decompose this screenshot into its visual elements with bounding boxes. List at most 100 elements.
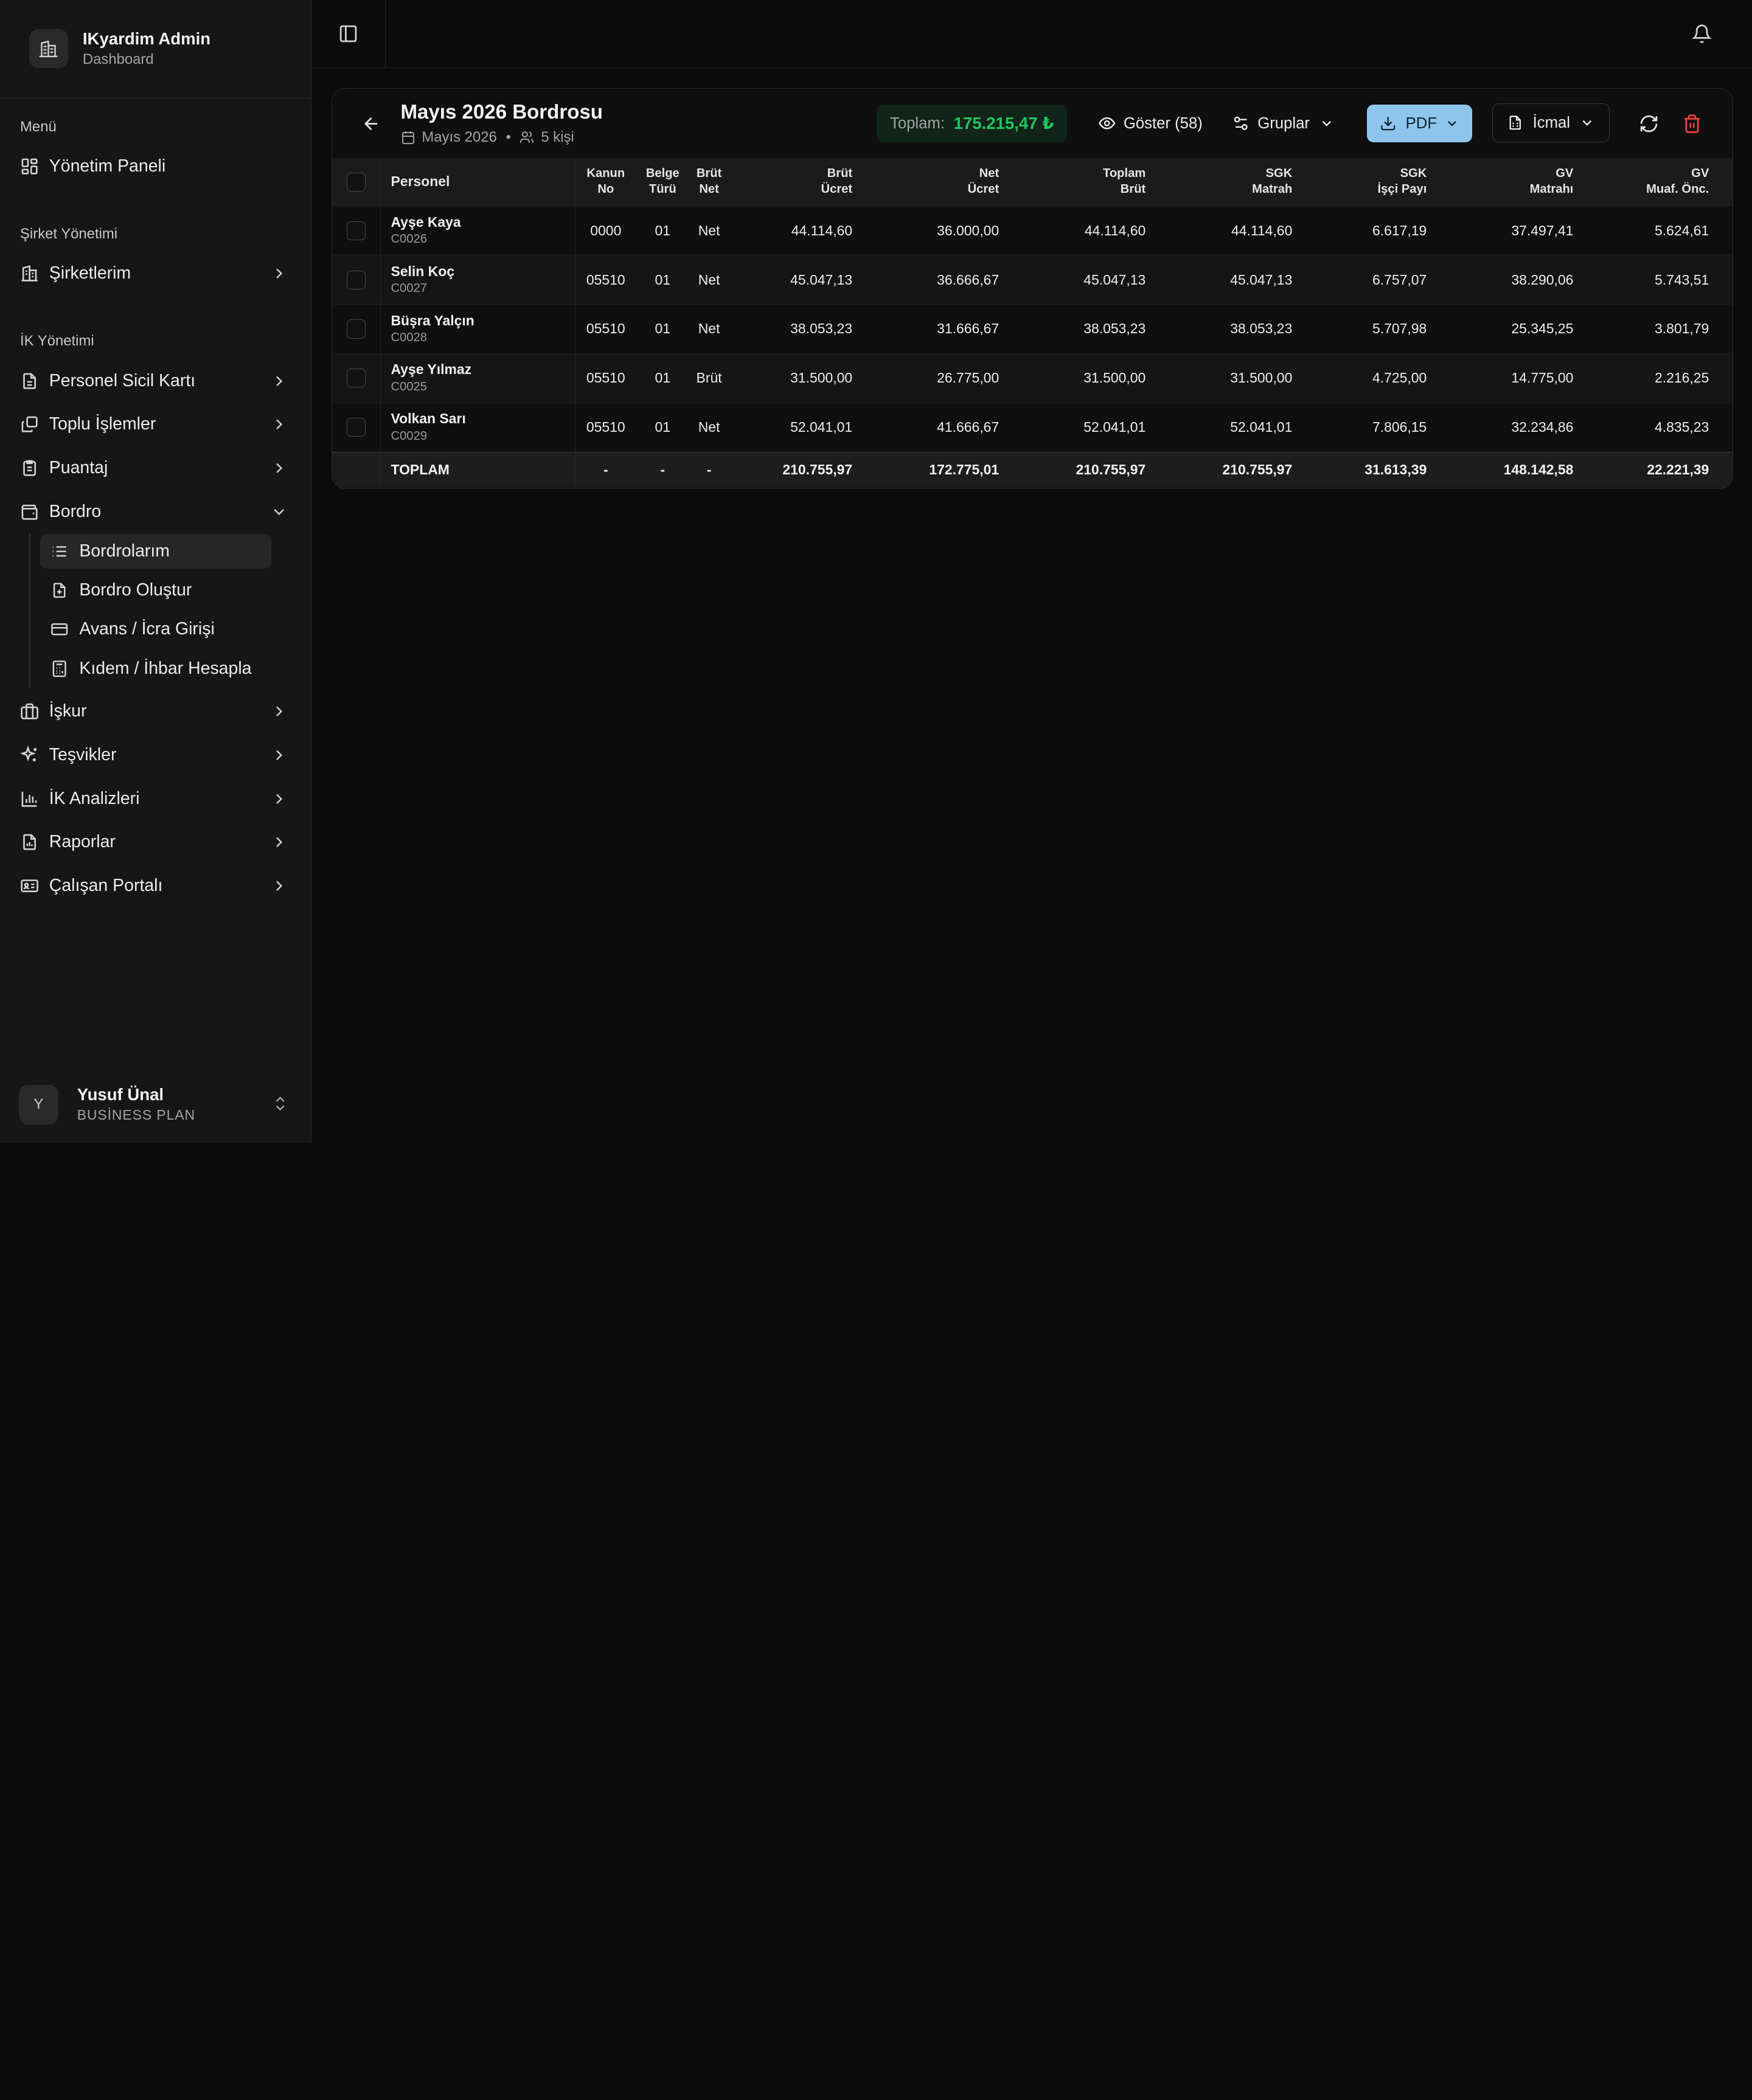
row-checkbox[interactable] (347, 270, 366, 289)
sidebar-item-bulk[interactable]: Toplu İşlemler (11, 406, 299, 443)
col-gv-muaf[interactable]: GV Muaf. Önc. (1597, 158, 1733, 206)
sparkles-icon (20, 745, 39, 764)
total-value: 175.215,47 ₺ (953, 114, 1054, 133)
select-all-checkbox[interactable] (347, 172, 366, 192)
col-brut-ucret[interactable]: Brüt Ücret (729, 158, 876, 206)
avatar: Y (19, 1085, 58, 1125)
cell-sgk-isci: 5.707,98 (1372, 321, 1427, 337)
sidebar-item-portal[interactable]: Çalışan Portalı (11, 867, 299, 904)
sidebar-item-incentives[interactable]: Teşvikler (11, 736, 299, 774)
refresh-icon[interactable] (1639, 114, 1659, 134)
back-arrow-icon[interactable] (361, 114, 381, 134)
col-toplam-brut[interactable]: Toplam Brüt (1023, 158, 1169, 206)
sidebar-item-label: Şirketlerim (49, 263, 131, 283)
col-personel[interactable]: Personel (380, 158, 575, 206)
credit-card-icon (50, 620, 68, 638)
meta-separator: • (506, 129, 511, 146)
icmal-dropdown[interactable]: İcmal (1492, 103, 1610, 143)
payroll-header: Mayıs 2026 Bordrosu Mayıs 2026 • 5 kişi … (332, 89, 1732, 158)
show-columns-button[interactable]: Göster (58) (1098, 105, 1203, 142)
cell-brut: 38.053,23 (790, 321, 853, 337)
show-columns-label: Göster (58) (1123, 114, 1203, 132)
cell-kanun: 05510 (586, 271, 625, 288)
cell-sgk-matrah: 52.041,01 (1230, 419, 1293, 435)
cell-net: 36.000,00 (937, 222, 999, 238)
sidebar-item-reports[interactable]: Raporlar (11, 823, 299, 861)
sidebar-item-label: Puantaj (49, 458, 108, 478)
col-net-ucret[interactable]: Net Ücret (876, 158, 1023, 206)
table-row[interactable]: Ayşe Yılmaz C0025 05510 01 Brüt 31.500,00… (332, 353, 1733, 403)
person-code: C0027 (391, 282, 427, 296)
col-kanun[interactable]: Kanun No (575, 158, 636, 206)
topbar (311, 0, 1752, 69)
sidebar-toggle-button[interactable] (311, 0, 386, 69)
user-menu[interactable]: Y Yusuf Ünal BUSİNESS PLAN (19, 1081, 298, 1128)
total-sgk-matrah: 210.755,97 (1222, 462, 1293, 478)
person-code: C0025 (391, 379, 427, 393)
copy-icon (20, 415, 39, 434)
cell-kanun: 0000 (590, 222, 622, 238)
total-type: - (706, 462, 712, 478)
settings-sliders-icon (1232, 114, 1250, 132)
file-text-icon (20, 372, 39, 390)
payroll-people-count: 5 kişi (541, 129, 574, 146)
section-label-company: Şirket Yönetimi (20, 226, 118, 242)
file-chart-icon (20, 833, 39, 851)
sidebar-item-analytics[interactable]: İK Analizleri (11, 780, 299, 817)
table-row[interactable]: Büşra Yalçın C0028 05510 01 Net 38.053,23… (332, 304, 1733, 354)
col-gv-matrah[interactable]: GV Matrahı (1450, 158, 1597, 206)
person-name: Büşra Yalçın (391, 312, 474, 328)
cell-sgk-isci: 7.806,15 (1372, 419, 1427, 435)
table-row[interactable]: Selin Koç C0027 05510 01 Net 45.047,13 36… (332, 255, 1733, 305)
person-name: Selin Koç (391, 263, 454, 279)
sidebar-item-personnel[interactable]: Personel Sicil Kartı (11, 362, 299, 400)
col-belge[interactable]: Belge Türü (636, 158, 689, 206)
col-sgk-matrah[interactable]: SGK Matrah (1169, 158, 1316, 206)
trash-icon[interactable] (1682, 114, 1702, 134)
briefcase-icon (20, 702, 39, 721)
groups-dropdown[interactable]: Gruplar (1232, 105, 1334, 142)
table-row[interactable]: Ayşe Kaya C0026 0000 01 Net 44.114,60 36.… (332, 206, 1733, 255)
sidebar-item-label: İşkur (49, 701, 87, 721)
cell-brut: 44.114,60 (791, 222, 853, 238)
total-brut: 210.755,97 (782, 462, 853, 478)
chevron-right-icon (270, 265, 288, 282)
payroll-card: Mayıs 2026 Bordrosu Mayıs 2026 • 5 kişi … (332, 88, 1733, 490)
sidebar-subitem-create-payroll[interactable]: Bordro Oluştur (40, 573, 271, 608)
groups-label: Gruplar (1257, 114, 1310, 132)
cell-net: 31.666,67 (937, 321, 999, 337)
person-name: Ayşe Kaya (391, 213, 461, 230)
sidebar-subitem-severance[interactable]: Kıdem / İhbar Hesapla (40, 651, 271, 686)
cell-gv-muaf: 5.624,61 (1655, 222, 1709, 238)
total-net: 172.775,01 (929, 462, 999, 478)
sidebar-item-companies[interactable]: Şirketlerim (11, 255, 299, 293)
col-brut-net[interactable]: Brüt Net (689, 158, 729, 206)
row-checkbox[interactable] (347, 319, 366, 339)
payroll-period: Mayıs 2026 (422, 129, 497, 146)
building-icon (29, 29, 69, 69)
sidebar-subitem-my-payrolls[interactable]: Bordrolarım (40, 533, 272, 569)
sidebar-item-puantaj[interactable]: Puantaj (11, 449, 299, 487)
sidebar-item-bordro[interactable]: Bordro (11, 493, 299, 530)
sidebar-item-dashboard[interactable]: Yönetim Paneli (11, 147, 299, 185)
row-checkbox[interactable] (347, 369, 366, 388)
users-icon (520, 130, 534, 145)
cell-type: Net (698, 321, 720, 337)
cell-type: Brüt (696, 370, 722, 386)
pdf-export-button[interactable]: PDF (1367, 104, 1472, 143)
sidebar-item-iskur[interactable]: İşkur (11, 693, 299, 730)
sidebar-item-label: Bordro (49, 501, 102, 521)
sidebar-subitem-advance[interactable]: Avans / İcra Girişi (40, 612, 271, 647)
table-row[interactable]: Volkan Sarı C0029 05510 01 Net 52.041,01 … (332, 403, 1733, 452)
sidebar-item-label: İK Analizleri (49, 788, 140, 808)
row-checkbox[interactable] (347, 417, 366, 437)
cell-sgk-isci: 4.725,00 (1372, 370, 1427, 386)
row-select-cell (332, 206, 381, 255)
brand-header[interactable]: IKyardim Admin Dashboard (0, 0, 311, 99)
cell-sgk-matrah: 45.047,13 (1230, 271, 1293, 288)
row-checkbox[interactable] (347, 221, 366, 240)
chevron-right-icon (270, 372, 288, 390)
total-badge: Toplam: 175.215,47 ₺ (876, 104, 1068, 143)
col-sgk-isci[interactable]: SGK İşçi Payı (1316, 158, 1450, 206)
notification-bell-icon[interactable] (1691, 24, 1712, 44)
